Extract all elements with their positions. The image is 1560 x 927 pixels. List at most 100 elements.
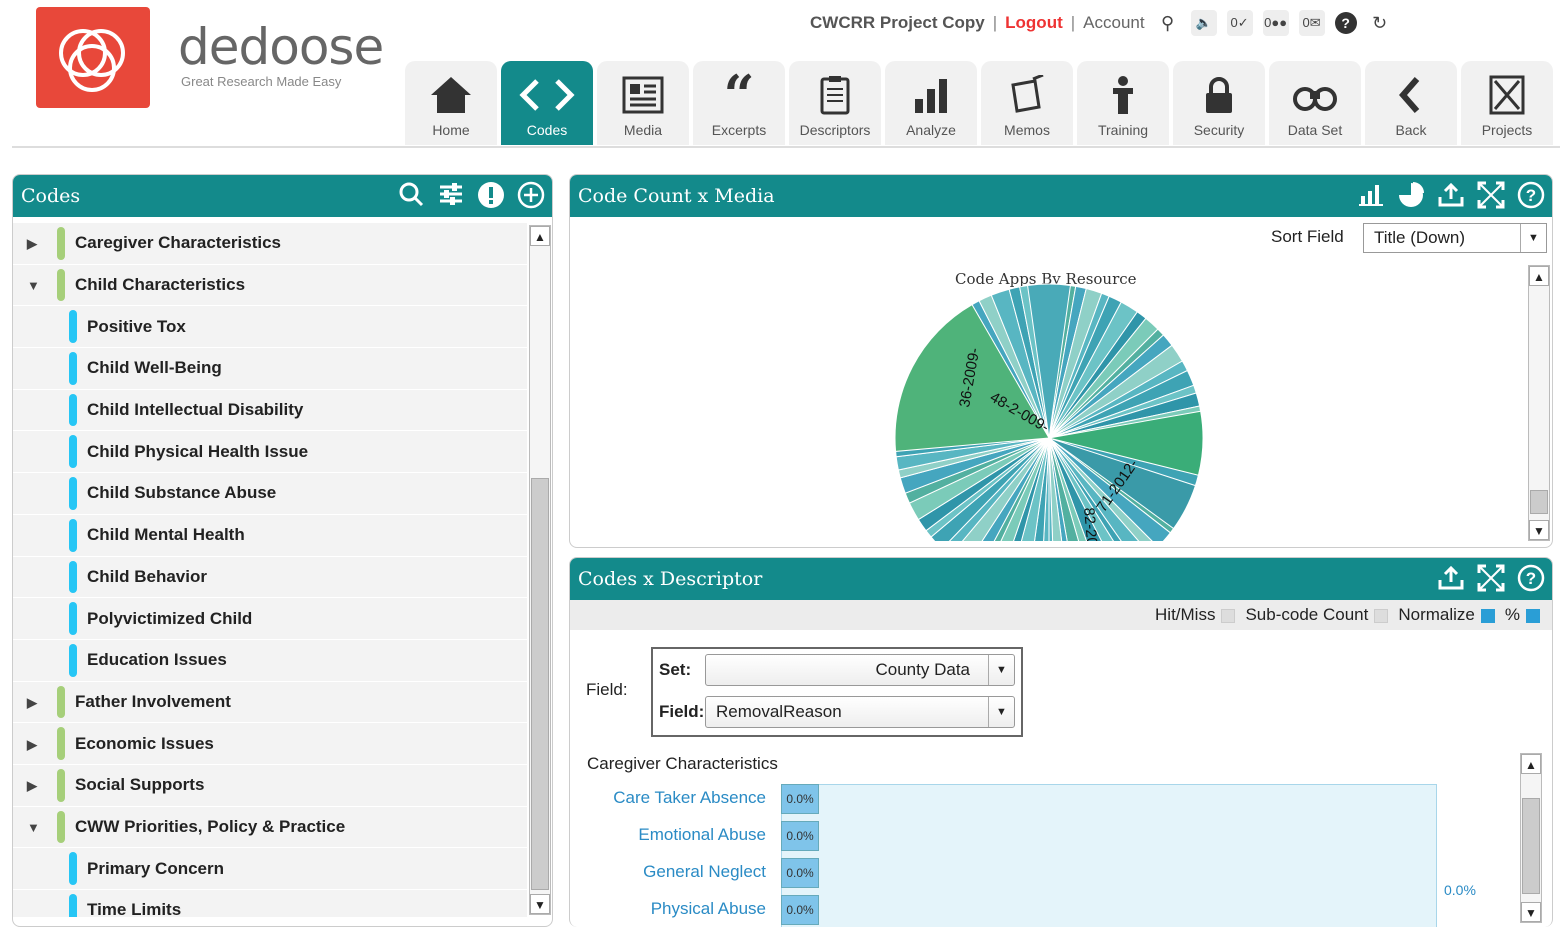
clipboard-icon — [789, 75, 881, 115]
code-item[interactable]: ▶ Caregiver Characteristics — [13, 223, 527, 265]
code-color-bar — [69, 310, 77, 344]
top-bar: CWCRR Project Copy | Logout | Account ⚲ … — [810, 9, 1393, 37]
refresh-icon[interactable]: ↻ — [1367, 10, 1393, 36]
chevron-down-icon[interactable]: ▼ — [988, 697, 1014, 727]
code-item[interactable]: ▶ Father Involvement — [13, 681, 527, 724]
tab-back[interactable]: Back — [1365, 61, 1457, 145]
code-item[interactable]: Child Physical Health Issue — [13, 431, 527, 474]
scroll-thumb[interactable] — [1530, 490, 1548, 514]
tab-excerpts[interactable]: “ Excerpts — [693, 61, 785, 145]
descriptor-row-label[interactable]: Physical Abuse — [651, 899, 766, 919]
cxd-scrollbar[interactable]: ▲ ▼ — [1520, 753, 1542, 923]
app-root: dedoose Great Research Made Easy CWCRR P… — [0, 0, 1560, 927]
scroll-down-arrow[interactable]: ▼ — [1521, 902, 1541, 922]
mail-count-icon[interactable]: 0✉ — [1298, 10, 1325, 36]
filter-icon[interactable] — [436, 181, 466, 211]
scroll-up-arrow[interactable]: ▲ — [1521, 754, 1541, 774]
collapsed-triangle-icon[interactable]: ▶ — [27, 236, 41, 251]
chevron-down-icon[interactable]: ▼ — [1520, 224, 1546, 252]
tab-codes[interactable]: Codes — [501, 61, 593, 145]
sound-icon[interactable]: 🔈 — [1190, 10, 1217, 36]
users-count-icon[interactable]: 0●● — [1262, 10, 1289, 36]
pin-icon[interactable]: ⚲ — [1155, 10, 1181, 36]
add-icon[interactable] — [516, 181, 546, 211]
export-icon[interactable] — [1436, 181, 1466, 211]
sort-field-select[interactable]: Title (Down) ▼ — [1363, 223, 1547, 253]
field-select[interactable]: RemovalReason ▼ — [705, 696, 1015, 728]
help-icon[interactable]: ? — [1516, 564, 1546, 594]
help-icon[interactable]: ? — [1516, 181, 1546, 211]
tab-training[interactable]: Training — [1077, 61, 1169, 145]
tab-home[interactable]: Home — [405, 61, 497, 145]
sub-code-count-checkbox[interactable] — [1374, 608, 1389, 623]
codes-scrollbar[interactable]: ▲ ▼ — [529, 225, 551, 915]
percent-checkbox[interactable] — [1526, 608, 1540, 623]
expand-icon[interactable] — [1476, 564, 1506, 594]
code-item[interactable]: Child Substance Abuse — [13, 473, 527, 515]
scroll-thumb[interactable] — [1522, 798, 1540, 894]
descriptor-row-bar[interactable]: 0.0% — [781, 858, 819, 888]
sort-field-label: Sort Field — [1271, 227, 1344, 246]
tab-memos[interactable]: Memos — [981, 61, 1073, 145]
descriptor-row-bar[interactable]: 0.0% — [781, 784, 819, 814]
option-hit-miss[interactable]: Hit/Miss — [1155, 605, 1236, 625]
code-item[interactable]: ▶ Social Supports — [13, 764, 527, 807]
descriptor-row-label[interactable]: Care Taker Absence — [613, 788, 766, 808]
expanded-triangle-icon[interactable]: ▼ — [27, 820, 41, 835]
search-icon[interactable] — [396, 181, 426, 211]
option-sub-code-count[interactable]: Sub-code Count — [1245, 605, 1389, 625]
code-item[interactable]: Time Limits — [13, 890, 527, 917]
code-item[interactable]: ▶ Economic Issues — [13, 723, 527, 765]
account-link[interactable]: Account — [1083, 13, 1144, 33]
code-item[interactable]: Child Intellectual Disability — [13, 389, 527, 432]
export-icon[interactable] — [1436, 564, 1466, 594]
option-percent[interactable]: % — [1505, 605, 1540, 625]
descriptor-row-bar[interactable]: 0.0% — [781, 821, 819, 851]
tab-analyze[interactable]: Analyze — [885, 61, 977, 145]
code-apps-pie-chart[interactable]: 36-2009-48-2-009-71-2012-82-201 — [893, 283, 1253, 541]
scroll-down-arrow[interactable]: ▼ — [1529, 520, 1549, 540]
tab-data-set[interactable]: Data Set — [1269, 61, 1361, 145]
check-count-icon[interactable]: 0✓ — [1226, 10, 1253, 36]
expanded-triangle-icon[interactable]: ▼ — [27, 278, 41, 293]
ccm-scrollbar[interactable]: ▲ ▼ — [1528, 265, 1550, 541]
code-item[interactable]: Child Behavior — [13, 556, 527, 599]
expand-icon[interactable] — [1476, 181, 1506, 211]
collapsed-triangle-icon[interactable]: ▶ — [27, 778, 41, 793]
code-item[interactable]: Polyvictimized Child — [13, 598, 527, 640]
code-item[interactable]: ▼ Child Characteristics — [13, 264, 527, 307]
set-select[interactable]: County Data ▼ — [705, 654, 1015, 686]
code-item[interactable]: ▼ CWW Priorities, Policy & Practice — [13, 806, 527, 849]
descriptor-row-label[interactable]: Emotional Abuse — [638, 825, 766, 845]
tab-label: Codes — [526, 122, 568, 138]
scroll-up-arrow[interactable]: ▲ — [530, 226, 550, 246]
help-icon[interactable]: ? — [1334, 12, 1357, 34]
hit-miss-checkbox[interactable] — [1221, 608, 1236, 623]
chevron-down-icon[interactable]: ▼ — [988, 655, 1014, 685]
pie-chart-icon[interactable] — [1396, 181, 1426, 211]
logout-link[interactable]: Logout — [1005, 13, 1063, 33]
code-item[interactable]: Education Issues — [13, 639, 527, 682]
code-item[interactable]: Child Well-Being — [13, 348, 527, 390]
scroll-up-arrow[interactable]: ▲ — [1529, 266, 1549, 286]
descriptor-row-label[interactable]: General Neglect — [643, 862, 766, 882]
tab-projects[interactable]: Projects — [1461, 61, 1553, 145]
alert-icon[interactable] — [476, 181, 506, 211]
code-item[interactable]: Child Mental Health — [13, 514, 527, 557]
tab-descriptors[interactable]: Descriptors — [789, 61, 881, 145]
descriptor-row-bar[interactable]: 0.0% — [781, 895, 819, 925]
code-color-bar — [57, 768, 65, 802]
scroll-down-arrow[interactable]: ▼ — [530, 894, 550, 914]
tab-media[interactable]: Media — [597, 61, 689, 145]
dedoose-logo[interactable] — [36, 7, 150, 108]
tab-security[interactable]: Security — [1173, 61, 1265, 145]
normalize-checkbox[interactable] — [1480, 608, 1495, 623]
collapsed-triangle-icon[interactable]: ▶ — [27, 695, 41, 710]
code-item[interactable]: Positive Tox — [13, 306, 527, 349]
collapsed-triangle-icon[interactable]: ▶ — [27, 737, 41, 752]
project-name[interactable]: CWCRR Project Copy — [810, 13, 985, 33]
bar-chart-icon[interactable] — [1356, 181, 1386, 211]
option-normalize[interactable]: Normalize — [1398, 605, 1495, 625]
scroll-thumb[interactable] — [531, 478, 549, 890]
code-item[interactable]: Primary Concern — [13, 848, 527, 890]
